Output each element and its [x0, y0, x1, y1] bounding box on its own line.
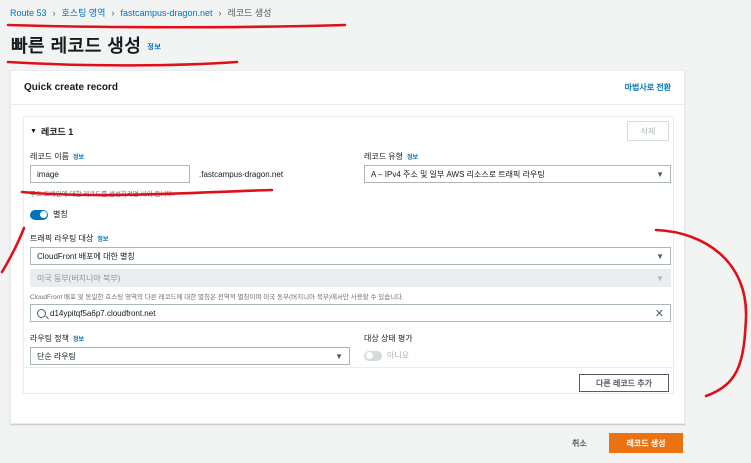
page-title-text: 빠른 레코드 생성	[11, 36, 142, 56]
record-type-value: A – IPv4 주소 및 일부 AWS 리소스로 트래픽 라우팅	[371, 169, 545, 179]
record-type-label-text: 레코드 유형	[364, 152, 404, 161]
record-header: 레코드 1	[40, 127, 74, 137]
distribution-search-content: d14ypitqf5a6p7.cloudfront.net	[37, 308, 156, 318]
breadcrumb-hosted-zones[interactable]: 호스팅 영역	[62, 6, 106, 19]
panel-header: Quick create record 마법사로 전환	[11, 71, 684, 105]
record-name-label-text: 레코드 이름	[30, 152, 70, 161]
delete-button[interactable]: 삭제	[627, 121, 669, 141]
breadcrumb-route53[interactable]: Route 53	[10, 8, 47, 18]
alias-toggle-row: 별칭	[30, 209, 68, 220]
record-type-select[interactable]: A – IPv4 주소 및 일부 AWS 리소스로 트래픽 라우팅 ▼	[364, 165, 671, 183]
close-icon[interactable]: ✕	[655, 307, 664, 320]
region-value: 미국 동부(버지니아 북부)	[37, 273, 121, 283]
breadcrumb: Route 53 › 호스팅 영역 › fastcampus-dragon.ne…	[10, 6, 271, 19]
health-toggle-row: 아니요	[364, 350, 409, 361]
switch-to-wizard-link[interactable]: 마법사로 전환	[625, 82, 671, 93]
annotation-underline-title	[6, 60, 239, 67]
chevron-right-icon: ›	[52, 7, 56, 18]
alias-label: 별칭	[53, 210, 68, 219]
create-records-button[interactable]: 레코드 생성	[609, 433, 683, 453]
caret-down-icon: ▼	[30, 128, 37, 135]
quick-create-panel: Quick create record 마법사로 전환 ▼ 레코드 1 삭제 레…	[10, 70, 685, 424]
breadcrumb-current: 레코드 생성	[227, 8, 272, 18]
routing-target-label-text: 트래픽 라우팅 대상	[30, 234, 94, 243]
info-link[interactable]: 정보	[147, 44, 161, 51]
caret-down-icon: ▼	[656, 273, 664, 283]
page-title: 빠른 레코드 생성 정보	[11, 32, 161, 58]
record-expand-toggle[interactable]: ▼ 레코드 1	[30, 125, 73, 138]
record-type-label: 레코드 유형 정보	[364, 151, 418, 162]
annotation-underline-breadcrumb	[6, 23, 347, 29]
distribution-value: d14ypitqf5a6p7.cloudfront.net	[50, 308, 156, 318]
breadcrumb-zone[interactable]: fastcampus-dragon.net	[120, 8, 212, 18]
cloudfront-hint: CloudFront 배포 및 동일한 호스팅 영역의 다른 레코드에 대한 별…	[30, 294, 404, 301]
routing-policy-select[interactable]: 단순 라우팅 ▼	[30, 347, 350, 365]
routing-policy-value: 단순 라우팅	[37, 351, 77, 361]
record-name-input[interactable]: image	[30, 165, 190, 183]
region-select: 미국 동부(버지니아 북부) ▼	[30, 269, 671, 287]
caret-down-icon: ▼	[656, 251, 664, 261]
add-another-record-button[interactable]: 다른 레코드 추가	[579, 374, 669, 392]
health-check-label: 대상 상태 평가	[364, 334, 413, 343]
info-link[interactable]: 정보	[407, 152, 418, 161]
panel-title: Quick create record	[24, 82, 118, 93]
search-icon	[37, 308, 46, 318]
routing-policy-label: 라우팅 정책 정보	[30, 333, 84, 344]
alias-toggle[interactable]	[30, 209, 48, 220]
domain-suffix: .fastcampus-dragon.net	[199, 170, 284, 179]
routing-target-label: 트래픽 라우팅 대상 정보	[30, 233, 108, 244]
endpoint-select[interactable]: CloudFront 배포에 대한 별칭 ▼	[30, 247, 671, 265]
info-link[interactable]: 정보	[73, 334, 84, 343]
routing-policy-label-text: 라우팅 정책	[30, 334, 70, 343]
cancel-button[interactable]: 취소	[572, 438, 587, 449]
chevron-right-icon: ›	[218, 7, 222, 18]
caret-down-icon: ▼	[335, 351, 343, 361]
divider	[24, 367, 673, 368]
chevron-right-icon: ›	[111, 7, 115, 18]
record-name-hint: 루트 도메인에 대한 레코드를 생성하려면 비워 둡니다.	[30, 191, 175, 198]
info-link[interactable]: 정보	[73, 152, 84, 161]
distribution-search-input[interactable]: d14ypitqf5a6p7.cloudfront.net ✕	[30, 304, 671, 322]
record-name-label: 레코드 이름 정보	[30, 151, 84, 162]
health-value: 아니요	[387, 351, 410, 360]
info-link[interactable]: 정보	[97, 234, 108, 243]
record-block: ▼ 레코드 1 삭제 레코드 이름 정보 image .fastcampus-dr…	[23, 116, 674, 394]
caret-down-icon: ▼	[656, 169, 664, 179]
health-toggle[interactable]	[364, 350, 382, 361]
endpoint-value: CloudFront 배포에 대한 별칭	[37, 251, 135, 261]
